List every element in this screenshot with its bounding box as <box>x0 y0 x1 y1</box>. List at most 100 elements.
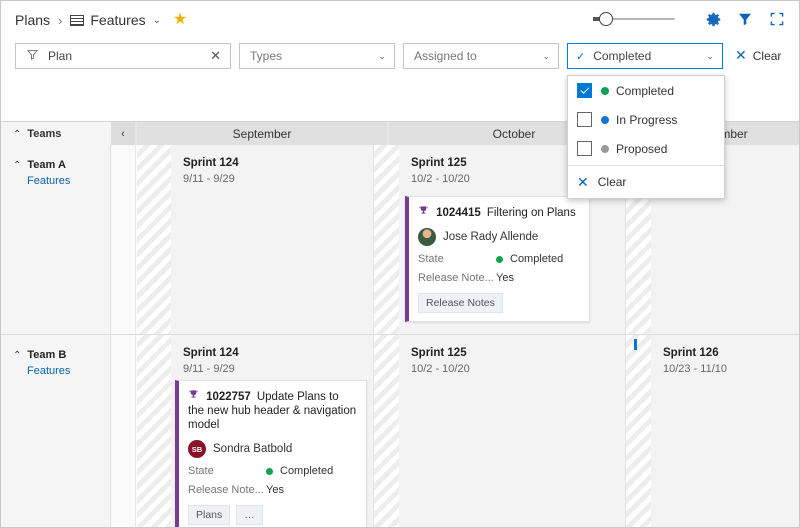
close-icon: ✕ <box>735 47 747 63</box>
teams-header-label: Teams <box>27 128 62 140</box>
dropdown-option-completed[interactable]: Completed <box>568 76 724 105</box>
status-dot <box>601 144 609 153</box>
state-filter-dropdown[interactable]: ✓ Completed ⌄ <box>567 43 723 69</box>
avatar <box>418 228 436 246</box>
month-header-september: September <box>137 122 387 146</box>
dropdown-clear-label: Clear <box>597 175 627 189</box>
chevron-up-icon: ⌃ <box>13 349 22 361</box>
breadcrumb-plans-link[interactable]: Plans <box>15 12 50 28</box>
field-value-text: Completed <box>280 465 334 477</box>
card-id: 1022757 <box>206 391 251 403</box>
field-name: Release Note... <box>418 272 494 284</box>
chevron-down-icon: ⌄ <box>542 50 550 61</box>
check-icon: ✓ <box>576 50 586 63</box>
field-value: Completed <box>496 253 563 265</box>
dropdown-option-proposed[interactable]: Proposed <box>568 134 724 163</box>
feature-trophy-icon <box>188 390 202 403</box>
checkbox-icon[interactable] <box>577 83 592 98</box>
state-filter-value: Completed <box>593 49 652 63</box>
card-field: Release Note... Yes <box>188 484 357 496</box>
types-filter-dropdown[interactable]: Types ⌄ <box>239 43 395 69</box>
work-item-card[interactable]: 1024415 Filtering on Plans Jose Rady Alle… <box>405 196 590 322</box>
team-b-column: ⌃ Team B Features <box>1 335 111 527</box>
sprint-cell[interactable]: Sprint 125 10/2 - 10/20 <box>399 335 626 527</box>
zoom-slider-knob[interactable] <box>599 12 613 26</box>
team-a-name[interactable]: ⌃ Team A <box>13 159 66 171</box>
filter-icon[interactable] <box>733 9 757 29</box>
team-b-name[interactable]: ⌃ Team B <box>13 349 66 361</box>
page-header: Plans › Features ⌄ ★ <box>1 1 799 37</box>
today-marker <box>634 339 637 350</box>
sprint-dates: 10/2 - 10/20 <box>411 363 470 375</box>
sprint-name: Sprint 125 <box>411 347 467 359</box>
card-assignee: SB Sondra Batbold <box>188 440 357 458</box>
sprint-name: Sprint 125 <box>411 157 467 169</box>
card-title-row: 1022757 Update Plans to the new hub heade… <box>188 389 357 432</box>
team-b-backlog-link[interactable]: Features <box>27 365 70 377</box>
field-value: Yes <box>496 272 514 284</box>
chevron-down-icon: ⌄ <box>378 50 386 61</box>
row-gutter <box>111 335 136 527</box>
avatar: SB <box>188 440 206 458</box>
dropdown-option-in-progress[interactable]: In Progress <box>568 105 724 134</box>
status-dot <box>496 255 503 263</box>
plan-grid-icon <box>70 14 85 26</box>
breadcrumb-current-title: Features <box>90 12 146 28</box>
types-filter-value: Types <box>250 49 283 63</box>
fullscreen-icon[interactable] <box>765 9 789 29</box>
checkbox-icon[interactable] <box>577 112 592 127</box>
card-assignee: Jose Rady Allende <box>418 228 580 246</box>
assigned-to-filter-dropdown[interactable]: Assigned to ⌄ <box>403 43 559 69</box>
plan-filter-value: Plan <box>48 49 73 63</box>
field-name: Release Note... <box>188 484 264 496</box>
scroll-left-button[interactable]: ‹ <box>111 122 135 146</box>
dropdown-option-label: Completed <box>616 83 675 98</box>
dropdown-clear-button[interactable]: ✕ Clear <box>568 166 724 198</box>
sprint-dates: 10/2 - 10/20 <box>411 173 470 185</box>
gear-icon[interactable] <box>701 9 725 29</box>
field-name: State <box>418 253 444 265</box>
assignee-name: Jose Rady Allende <box>443 231 539 243</box>
breadcrumb-separator: › <box>58 12 63 28</box>
gap-lane <box>374 145 399 334</box>
favorite-star-icon[interactable]: ★ <box>173 12 187 28</box>
plan-filter-field[interactable]: Plan ✕ <box>15 43 231 69</box>
work-item-card[interactable]: 1022757 Update Plans to the new hub heade… <box>175 380 367 527</box>
sprint-dates: 9/11 - 9/29 <box>183 173 235 185</box>
card-title-row: 1024415 Filtering on Plans <box>418 205 580 220</box>
card-tags: Plans … <box>188 505 357 525</box>
header-toolbar <box>593 9 789 29</box>
tag[interactable]: Plans <box>188 505 231 525</box>
teams-column-header[interactable]: ⌃ Teams <box>1 122 111 146</box>
field-value: Yes <box>266 484 284 496</box>
close-icon: ✕ <box>577 173 589 190</box>
chevron-down-icon: ⌄ <box>706 50 714 61</box>
team-a-backlog-link[interactable]: Features <box>27 175 70 187</box>
sprint-cell[interactable]: Sprint 126 10/23 - 11/10 <box>651 335 799 527</box>
breadcrumb: Plans › Features ⌄ ★ <box>15 10 187 30</box>
gap-lane <box>626 335 651 527</box>
sprint-name: Sprint 124 <box>183 347 239 359</box>
card-title: Filtering on Plans <box>486 207 576 219</box>
tag[interactable]: Release Notes <box>418 293 503 313</box>
dropdown-option-label: Proposed <box>616 141 668 156</box>
sprint-cell[interactable]: Sprint 124 9/11 - 9/29 <box>171 145 374 334</box>
gap-lane <box>137 145 171 334</box>
chevron-up-icon: ⌃ <box>13 128 22 140</box>
team-row: ⌃ Team B Features Sprint 124 9/11 - 9/29… <box>1 335 799 527</box>
state-filter-dropdown-menu: Completed In Progress Proposed ✕ Clear <box>567 75 725 199</box>
team-name-label: Team A <box>27 159 66 171</box>
plans-timeline-app: Plans › Features ⌄ ★ Plan ✕ Types ⌄ Assi… <box>0 0 800 528</box>
plan-filter-clear-icon[interactable]: ✕ <box>210 48 221 64</box>
checkbox-icon[interactable] <box>577 141 592 156</box>
zoom-slider[interactable] <box>593 9 675 29</box>
tag-overflow[interactable]: … <box>236 505 263 525</box>
status-dot <box>601 86 609 95</box>
clear-filters-button[interactable]: ✕ Clear <box>735 47 781 64</box>
team-a-column: ⌃ Team A Features <box>1 145 111 334</box>
assigned-to-filter-value: Assigned to <box>414 49 477 63</box>
chevron-down-icon[interactable]: ⌄ <box>153 15 161 26</box>
row-gutter <box>111 145 136 334</box>
card-field: Release Note... Yes <box>418 272 580 284</box>
clear-filters-label: Clear <box>752 48 782 63</box>
